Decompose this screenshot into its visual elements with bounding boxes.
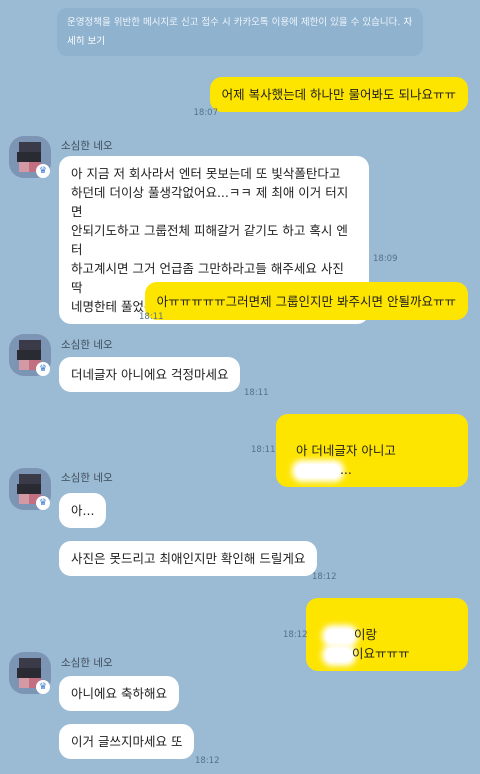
my-message[interactable]: 어제 복사했는데 하나만 물어봐도 되나요ㅠㅠ: [209, 77, 468, 112]
their-message[interactable]: 이거 글쓰지마세요 또: [59, 724, 195, 759]
policy-notice-text: 운영정책을 위반한 메시지로 신고 접수 시 카카오톡 이용에 제한이 있을 수…: [67, 17, 401, 28]
message-time: 18:07: [193, 108, 219, 118]
crown-badge-icon: ♛: [36, 164, 50, 178]
crown-badge-icon: ♛: [36, 362, 50, 376]
crown-badge-icon: ♛: [36, 680, 50, 694]
message-text: 이요ㅠㅠㅠ: [351, 646, 410, 661]
sender-name: 소심한 네오: [61, 140, 113, 152]
my-message[interactable]: 아 더네글자 아니고 ...: [276, 414, 468, 487]
message-time: 18:12: [283, 630, 308, 640]
message-time: 18:12: [195, 756, 220, 766]
policy-notice: 운영정책을 위반한 메시지로 신고 접수 시 카카오톡 이용에 제한이 있을 수…: [57, 8, 423, 56]
message-time: 18:09: [373, 254, 398, 264]
sender-name: 소심한 네오: [61, 472, 113, 484]
message-text: 아 더네글자 아니고: [295, 443, 396, 458]
redacted-blur: [325, 647, 352, 662]
their-message[interactable]: 아...: [59, 493, 107, 528]
message-text: 이랑: [353, 627, 377, 642]
my-message[interactable]: 이랑 이요ㅠㅠㅠ: [306, 598, 468, 671]
redacted-blur: [295, 463, 340, 478]
message-time: 18:11: [251, 445, 276, 455]
their-message[interactable]: 더네글자 아니에요 걱정마세요: [59, 357, 241, 392]
message-text: ...: [339, 462, 352, 477]
their-message[interactable]: 아니에요 축하해요: [59, 676, 179, 711]
message-time: 18:12: [312, 572, 337, 582]
redacted-blur: [325, 628, 354, 643]
crown-badge-icon: ♛: [36, 496, 50, 510]
sender-name: 소심한 네오: [61, 657, 113, 669]
sender-name: 소심한 네오: [61, 339, 113, 351]
their-message[interactable]: 사진은 못드리고 최애인지만 확인해 드릴게요: [59, 541, 318, 576]
message-time: 18:11: [244, 388, 269, 398]
my-message[interactable]: 아ㅠㅠㅠㅠㅠ그러면제 그룹인지만 봐주시면 안될까요ㅠㅠ: [144, 282, 468, 320]
message-time: 18:11: [139, 312, 164, 322]
